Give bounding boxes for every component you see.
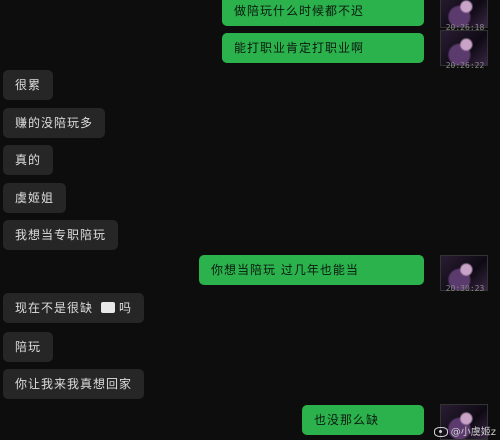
message-timestamp: 20:30:23 (445, 284, 485, 293)
outgoing-message: 能打职业肯定打职业啊 (222, 33, 424, 63)
incoming-message: 现在不是很缺 吗 (3, 293, 145, 323)
incoming-message: 虞姬姐 (3, 183, 67, 213)
incoming-message: 很累 (3, 70, 54, 100)
message-text: 现在不是很缺 (15, 301, 94, 315)
incoming-message: 我想当专职陪玩 (3, 220, 119, 250)
image-placeholder-icon (101, 302, 116, 313)
outgoing-message: 做陪玩什么时候都不迟 (222, 0, 424, 26)
incoming-message: 陪玩 (3, 332, 54, 362)
message-timestamp: 20:26:22 (445, 61, 485, 70)
incoming-message: 真的 (3, 145, 54, 175)
outgoing-message: 也没那么缺 (302, 405, 424, 435)
weibo-logo-icon (433, 427, 448, 437)
incoming-message: 你让我来我真想回家 (3, 369, 145, 399)
message-text: 吗 (119, 301, 133, 315)
watermark: @小虞姬z (433, 423, 496, 438)
outgoing-message: 你想当陪玩 过几年也能当 (199, 255, 424, 285)
incoming-message: 赚的没陪玩多 (3, 108, 106, 138)
